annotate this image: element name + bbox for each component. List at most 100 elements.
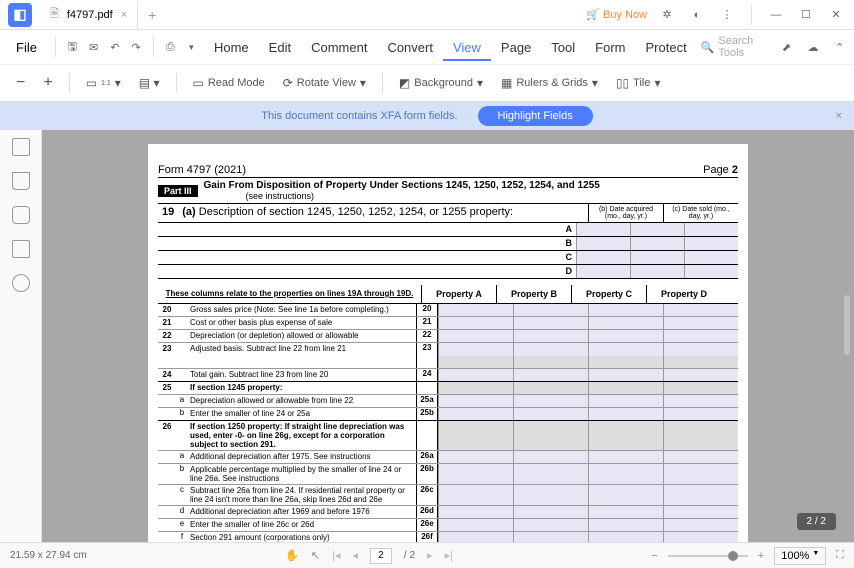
comments-icon[interactable] [12,206,30,224]
field-date-acq-C[interactable] [630,251,684,264]
menu-view[interactable]: View [443,36,491,61]
field-date-sold-B[interactable] [684,237,738,250]
document-canvas[interactable]: Form 4797 (2021) Page 2 Part III Gain Fr… [42,130,854,542]
zoom-in-status[interactable]: + [758,550,764,562]
field-date-sold-C[interactable] [684,251,738,264]
field-20-3[interactable] [663,304,738,316]
last-page-button[interactable]: ▸| [445,549,453,562]
field-26d-1[interactable] [513,506,588,518]
field-24-2[interactable] [588,369,663,381]
tile-button[interactable]: ▯▯ Tile ▾ [610,72,667,94]
notification-icon[interactable]: ✲ [657,8,677,21]
field-25a-2[interactable] [588,395,663,407]
field-22-2[interactable] [588,330,663,342]
thumbnails-icon[interactable] [12,138,30,156]
field-date-sold-A[interactable] [684,223,738,236]
page-input[interactable] [370,548,392,564]
field-20-2[interactable] [588,304,663,316]
field-26a-0[interactable] [438,451,513,463]
field-26c-3[interactable] [663,485,738,505]
field-date-acq-B[interactable] [630,237,684,250]
file-menu[interactable]: File [6,36,47,59]
field-25b-0[interactable] [438,408,513,420]
field-desc-B[interactable] [576,237,630,250]
zoom-out-button[interactable]: − [10,70,31,96]
zoom-level[interactable]: 100%▼ [774,547,826,565]
attachments-icon[interactable] [12,240,30,258]
field-26b-2[interactable] [588,464,663,484]
rulers-grids-button[interactable]: ▦ Rulers & Grids ▾ [495,72,604,94]
field-26f-1[interactable] [513,532,588,542]
background-button[interactable]: ◩ Background ▾ [393,72,489,94]
open-external-icon[interactable]: ⬈ [778,37,795,57]
field-21-0[interactable] [438,317,513,329]
print-dd-icon[interactable]: ▼ [183,37,200,57]
field-24-0[interactable] [438,369,513,381]
field-26b-0[interactable] [438,464,513,484]
field-desc-A[interactable] [576,223,630,236]
field-26a-1[interactable] [513,451,588,463]
field-23-1[interactable] [513,343,588,356]
field-25b-3[interactable] [663,408,738,420]
bookmarks-icon[interactable] [12,172,30,190]
field-26d-0[interactable] [438,506,513,518]
field-24-3[interactable] [663,369,738,381]
field-26e-3[interactable] [663,519,738,531]
field-23-2[interactable] [588,343,663,356]
next-page-button[interactable]: ▸ [427,549,433,562]
cloud-icon[interactable]: ☁ [805,37,822,57]
menu-comment[interactable]: Comment [301,36,377,59]
field-date-acq-D[interactable] [630,265,684,278]
minimize-button[interactable]: — [766,9,786,21]
page-layout-button[interactable]: ▤ ▾ [133,72,166,94]
field-20-1[interactable] [513,304,588,316]
field-23-0[interactable] [438,343,513,356]
field-26b-1[interactable] [513,464,588,484]
user-icon[interactable]: ◐ [687,9,707,21]
field-25a-1[interactable] [513,395,588,407]
more-icon[interactable]: ⋮ [717,8,737,21]
field-26c-2[interactable] [588,485,663,505]
field-22-3[interactable] [663,330,738,342]
field-26e-0[interactable] [438,519,513,531]
redo-icon[interactable]: ↷ [127,37,144,57]
field-date-acq-A[interactable] [630,223,684,236]
field-desc-D[interactable] [576,265,630,278]
field-23-3[interactable] [663,343,738,356]
field-21-1[interactable] [513,317,588,329]
field-24-1[interactable] [513,369,588,381]
field-26e-1[interactable] [513,519,588,531]
rotate-view-button[interactable]: ⟳ Rotate View ▾ [277,72,372,94]
field-26f-0[interactable] [438,532,513,542]
field-26f-2[interactable] [588,532,663,542]
field-26a-2[interactable] [588,451,663,463]
undo-icon[interactable]: ↶ [106,37,123,57]
document-tab[interactable]: 🗎 f4797.pdf × [40,1,138,29]
zoom-out-status[interactable]: − [651,550,657,562]
menu-protect[interactable]: Protect [636,36,697,59]
field-26c-1[interactable] [513,485,588,505]
close-tab-icon[interactable]: × [121,9,127,21]
scrollbar[interactable] [844,295,850,355]
field-25b-2[interactable] [588,408,663,420]
read-mode-button[interactable]: ▭ Read Mode [187,72,271,94]
menu-convert[interactable]: Convert [377,36,443,59]
menu-page[interactable]: Page [491,36,541,59]
print-icon[interactable]: ⎙ [162,37,179,57]
menu-edit[interactable]: Edit [259,36,301,59]
field-26d-3[interactable] [663,506,738,518]
close-banner-icon[interactable]: × [836,110,842,122]
field-26d-2[interactable] [588,506,663,518]
search-panel-icon[interactable] [12,274,30,292]
field-22-1[interactable] [513,330,588,342]
menu-form[interactable]: Form [585,36,635,59]
zoom-slider[interactable] [668,555,748,557]
menu-tool[interactable]: Tool [541,36,585,59]
maximize-button[interactable]: ☐ [796,8,816,21]
field-25a-3[interactable] [663,395,738,407]
new-tab-button[interactable]: + [138,7,166,23]
zoom-in-button[interactable]: + [37,70,58,96]
field-desc-C[interactable] [576,251,630,264]
field-26a-3[interactable] [663,451,738,463]
field-25a-0[interactable] [438,395,513,407]
